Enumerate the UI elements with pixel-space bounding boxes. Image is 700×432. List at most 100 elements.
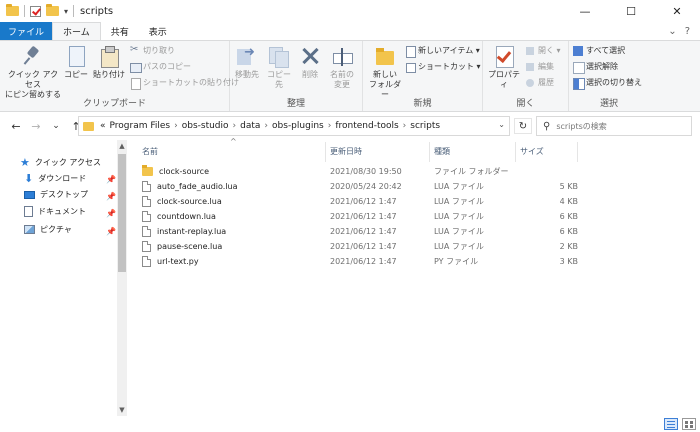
search-input[interactable] [556,121,677,131]
customize-toolbar-dropdown[interactable]: ▾ [64,7,68,16]
details-view-button[interactable] [664,418,678,430]
table-row[interactable]: clock-source.lua 2021/06/12 1:47 LUA ファイ… [138,194,578,209]
table-row[interactable]: pause-scene.lua 2021/06/12 1:47 LUA ファイル… [138,239,578,254]
edit-label: 編集 [538,62,554,71]
open-button[interactable]: 開く ▾ [525,45,561,56]
new-folder-button[interactable]: 新しい フォルダー [367,45,403,100]
new-group: 新しい フォルダー 新しいアイテム ▾ ショートカット ▾ 新規 [363,41,483,111]
breadcrumb-obs-plugins[interactable]: obs-plugins [272,121,324,131]
open-group: プロパティ 開く ▾ 編集 履歴 開く [483,41,569,111]
copy-button[interactable]: コピー [64,45,88,80]
tab-file[interactable]: ファイル [0,22,53,40]
column-header-type[interactable]: 種類 [430,142,516,162]
file-icon [142,256,151,267]
large-icons-view-button[interactable] [682,418,696,430]
folder-icon [6,4,19,16]
new-folder-quick-icon[interactable] [46,4,59,16]
breadcrumb-separator[interactable]: › [328,121,332,131]
select-none-button[interactable]: 選択解除 [573,61,618,74]
properties-label: プロパティ [488,70,520,89]
sidebar-item-label: ドキュメント [38,207,86,216]
close-button[interactable]: ✕ [654,0,700,22]
easy-access-button[interactable]: ショートカット ▾ [405,61,481,73]
open-label: 開く ▾ [538,46,561,55]
sidebar-item-desktop[interactable]: デスクトップ [24,189,88,200]
column-header-size[interactable]: サイズ [516,142,578,162]
breadcrumb-separator[interactable]: › [264,121,268,131]
search-box[interactable]: ⚲ [536,116,692,136]
maximize-button[interactable]: ☐ [608,0,654,22]
folder-icon [83,121,94,131]
help-icon[interactable]: ? [685,26,690,37]
breadcrumb-obs-studio[interactable]: obs-studio [182,121,229,131]
table-row[interactable]: auto_fade_audio.lua 2020/05/24 20:42 LUA… [138,179,578,194]
pin-icon: 📌 [106,209,116,218]
breadcrumb-frontend-tools[interactable]: frontend-tools [335,121,398,131]
breadcrumb-scripts[interactable]: scripts [410,121,440,131]
rename-button[interactable]: 名前の 変更 [326,45,358,90]
toolbar-divider [24,5,25,17]
history-button[interactable]: 履歴 [525,77,554,88]
scroll-up-arrow[interactable]: ▲ [117,142,127,150]
sidebar-item-label: クイック アクセス [34,158,102,167]
sidebar-item-pictures[interactable]: ピクチャ [24,224,72,235]
delete-button[interactable]: 削除 [298,45,322,80]
minimize-button[interactable]: — [562,0,608,22]
select-all-button[interactable]: すべて選択 [573,45,625,56]
forward-button[interactable]: → [28,118,44,134]
breadcrumb-program-files[interactable]: Program Files [110,121,171,131]
table-row[interactable]: clock-source 2021/08/30 19:50 ファイル フォルダー [138,164,578,179]
refresh-button[interactable]: ↻ [514,118,532,134]
edit-button[interactable]: 編集 [525,61,554,72]
file-type: ファイル フォルダー [434,167,509,176]
copy-path-button[interactable]: パスのコピー [130,61,191,73]
breadcrumb-separator[interactable]: › [174,121,178,131]
table-row[interactable]: instant-replay.lua 2021/06/12 1:47 LUA フ… [138,224,578,239]
address-bar[interactable]: « Program Files › obs-studio › data › ob… [78,116,510,136]
scissors-icon [130,44,140,56]
file-date: 2021/06/12 1:47 [330,227,397,236]
navigation-pane-scrollbar[interactable]: ▲ ▼ [117,140,127,416]
collapse-ribbon-icon[interactable]: ⌄ [668,26,676,37]
table-row[interactable]: url-text.py 2021/06/12 1:47 PY ファイル 3 KB [138,254,578,269]
breadcrumb-overflow[interactable]: « [100,121,106,131]
file-name: countdown.lua [157,212,216,221]
file-type: LUA ファイル [434,197,484,206]
properties-check-icon[interactable] [30,5,41,17]
folder-icon [142,165,153,176]
ribbon: クイック アクセス にピン留めする コピー 貼り付け 切り取り パスのコピー シ… [0,40,700,112]
back-button[interactable]: ← [8,118,24,134]
invert-selection-button[interactable]: 選択の切り替え [573,77,642,90]
copy-to-button[interactable]: コピー先 [264,45,294,90]
pin-quick-access-button[interactable]: クイック アクセス にピン留めする [4,45,62,100]
cut-button[interactable]: 切り取り [130,44,175,56]
breadcrumb-separator[interactable]: › [403,121,407,131]
properties-button[interactable]: プロパティ [485,45,523,90]
sidebar-item-documents[interactable]: ドキュメント [24,206,86,217]
move-to-button[interactable]: 移動先 [232,45,262,80]
file-name: pause-scene.lua [157,242,223,251]
file-date: 2021/06/12 1:47 [330,212,397,221]
tab-share[interactable]: 共有 [101,22,139,40]
breadcrumb-data[interactable]: data [240,121,260,131]
sidebar-item-quick-access[interactable]: ★ クイック アクセス [20,156,101,169]
table-row[interactable]: countdown.lua 2021/06/12 1:47 LUA ファイル 6… [138,209,578,224]
address-dropdown-icon[interactable]: ⌄ [498,120,505,129]
paste-shortcut-button[interactable]: ショートカットの貼り付け [130,77,239,90]
select-all-icon [573,45,583,56]
scroll-down-arrow[interactable]: ▼ [117,406,127,414]
column-header-name[interactable]: 名前 [138,142,326,162]
paste-button[interactable]: 貼り付け [92,45,126,80]
star-icon: ★ [20,156,30,169]
invert-selection-icon [573,77,585,90]
tab-home[interactable]: ホーム [52,22,101,40]
new-item-button[interactable]: 新しいアイテム ▾ [405,45,480,58]
scrollbar-thumb[interactable] [118,154,126,272]
tab-view[interactable]: 表示 [139,22,177,40]
file-name: url-text.py [157,257,199,266]
recent-locations-dropdown[interactable]: ⌄ [48,118,64,134]
column-header-date[interactable]: 更新日時 [326,142,430,162]
breadcrumb-separator[interactable]: › [233,121,237,131]
file-icon [142,211,151,222]
sidebar-item-downloads[interactable]: ⬇ ダウンロード [24,172,86,185]
